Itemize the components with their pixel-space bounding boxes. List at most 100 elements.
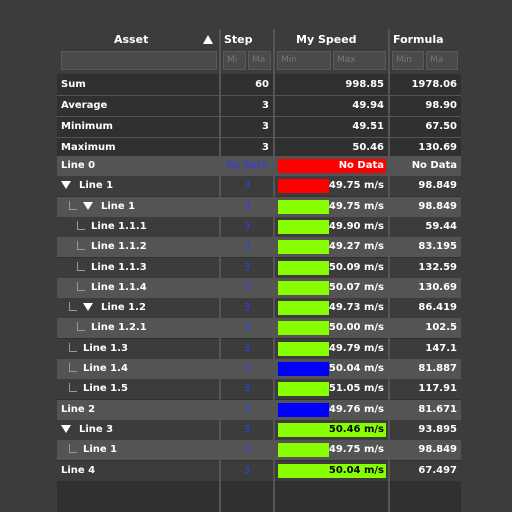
formula-cell: 93.895 xyxy=(390,420,461,440)
formula-value: 59.44 xyxy=(425,220,457,232)
asset-label: Line 1 xyxy=(83,444,118,456)
tree-connector-icon xyxy=(77,322,85,332)
step-cell: 3 xyxy=(221,440,273,460)
formula-value: 86.419 xyxy=(418,302,457,314)
table-row[interactable]: Line 1.2.1 3 50.00 m/s 102.5 xyxy=(57,318,461,339)
tree-connector-icon xyxy=(69,383,77,393)
speed-cell: 50.46 xyxy=(275,138,388,158)
step-cell: 3 xyxy=(221,461,273,481)
table-row[interactable]: Line 1 3 49.75 m/s 98.849 xyxy=(57,440,461,461)
formula-value: 130.69 xyxy=(418,142,457,153)
speed-value: 998.85 xyxy=(345,79,384,90)
asset-filter-input[interactable] xyxy=(61,51,217,70)
formula-cell: 98.849 xyxy=(390,176,461,196)
step-value: 3 xyxy=(243,383,251,395)
table-row[interactable]: Line 1.1.2 3 49.27 m/s 83.195 xyxy=(57,237,461,258)
expand-collapse-icon[interactable] xyxy=(83,303,93,312)
formula-value: 81.671 xyxy=(418,403,457,415)
formula-value: 98.90 xyxy=(425,100,457,111)
speed-min-input[interactable]: Min xyxy=(277,51,331,70)
formula-min-input[interactable]: Min xyxy=(392,51,424,70)
expand-collapse-icon[interactable] xyxy=(83,201,93,210)
column-divider[interactable] xyxy=(388,29,390,512)
asset-cell: Line 1.1.1 xyxy=(57,217,219,237)
step-cell: 3 xyxy=(221,176,273,196)
asset-label: Line 1.3 xyxy=(83,342,128,354)
table-row[interactable]: Line 3 3 50.46 m/s 93.895 xyxy=(57,419,461,440)
table-row[interactable]: Line 1 3 49.75 m/s 98.849 xyxy=(57,176,461,197)
row-separator xyxy=(57,95,461,96)
formula-cell: 147.1 xyxy=(390,339,461,359)
step-min-input[interactable]: Mi xyxy=(223,51,246,70)
column-divider[interactable] xyxy=(273,29,275,512)
speed-cell: 50.04 m/s xyxy=(275,461,388,481)
summary-row[interactable]: Sum 60 998.85 1978.06 xyxy=(57,75,461,95)
formula-cell: 67.497 xyxy=(390,461,461,481)
expand-collapse-icon[interactable] xyxy=(61,424,71,433)
table-row[interactable]: Line 1.2 3 49.73 m/s 86.419 xyxy=(57,298,461,319)
step-cell: 3 xyxy=(221,117,273,137)
speed-cell: 49.75 m/s xyxy=(275,176,388,196)
formula-max-input[interactable]: Ma xyxy=(426,51,458,70)
step-value: 3 xyxy=(243,281,251,293)
step-value: 3 xyxy=(243,444,251,456)
speed-value: 49.75 m/s xyxy=(328,444,384,456)
speed-cell: 49.75 m/s xyxy=(275,440,388,460)
formula-cell: 83.195 xyxy=(390,237,461,257)
table-row[interactable]: Line 2 3 49.76 m/s 81.671 xyxy=(57,399,461,420)
formula-cell: 86.419 xyxy=(390,298,461,318)
formula-header-label: Formula xyxy=(393,33,444,46)
table-row[interactable]: Line 1.5 3 51.05 m/s 117.91 xyxy=(57,379,461,400)
speed-max-input[interactable]: Max xyxy=(333,51,386,70)
speed-value: 50.46 m/s xyxy=(328,423,384,435)
step-value: 3 xyxy=(243,302,251,314)
step-cell: 60 xyxy=(221,75,273,95)
speed-value: No Data xyxy=(338,160,384,171)
speed-cell: 49.76 m/s xyxy=(275,400,388,420)
table-row[interactable]: Line 1.4 3 50.04 m/s 81.887 xyxy=(57,359,461,379)
speed-value: 49.79 m/s xyxy=(328,342,384,354)
column-divider[interactable] xyxy=(219,29,221,512)
speed-value: 50.07 m/s xyxy=(328,281,384,293)
step-cell: 3 xyxy=(221,420,273,440)
summary-row[interactable]: Maximum 3 50.46 130.69 xyxy=(57,138,461,158)
expand-collapse-icon[interactable] xyxy=(61,181,71,190)
header-formula[interactable]: Formula Min Ma xyxy=(390,29,461,74)
step-value: 3 xyxy=(243,322,251,334)
asset-label: Line 1.1.4 xyxy=(91,281,147,293)
asset-header-label: Asset xyxy=(114,33,149,46)
header-asset[interactable]: Asset xyxy=(57,29,219,74)
grid-header: Asset Step Mi Ma My Speed Min Max Formul… xyxy=(57,29,461,74)
step-value: 3 xyxy=(243,464,251,476)
table-row[interactable]: Line 1.1.3 3 50.09 m/s 132.59 xyxy=(57,257,461,278)
speed-cell: 50.07 m/s xyxy=(275,278,388,298)
header-speed[interactable]: My Speed Min Max xyxy=(275,29,388,74)
step-cell: 3 xyxy=(221,359,273,379)
formula-value: 132.59 xyxy=(418,261,457,273)
formula-cell: 130.69 xyxy=(390,138,461,158)
speed-bar xyxy=(278,179,329,194)
step-header-label: Step xyxy=(224,33,253,46)
formula-cell: No Data xyxy=(390,156,461,176)
asset-label: Maximum xyxy=(61,142,116,153)
table-row[interactable]: Line 1.1.1 3 49.90 m/s 59.44 xyxy=(57,216,461,237)
step-value: 3 xyxy=(262,100,269,111)
table-row[interactable]: Line 1.3 3 49.79 m/s 147.1 xyxy=(57,338,461,359)
table-row[interactable]: Line 1.1.4 3 50.07 m/s 130.69 xyxy=(57,277,461,298)
asset-label: Line 3 xyxy=(79,423,114,435)
speed-cell: 50.46 m/s xyxy=(275,420,388,440)
speed-value: 49.75 m/s xyxy=(328,200,384,212)
table-row[interactable]: Line 0 No Data No Data No Data xyxy=(57,156,461,176)
data-grid: Asset Step Mi Ma My Speed Min Max Formul… xyxy=(57,29,461,512)
sort-ascending-icon[interactable] xyxy=(203,35,213,44)
summary-row[interactable]: Average 3 49.94 98.90 xyxy=(57,96,461,116)
table-row[interactable]: Line 4 3 50.04 m/s 67.497 xyxy=(57,460,461,481)
formula-cell: 98.849 xyxy=(390,440,461,460)
table-row[interactable]: Line 1 3 49.75 m/s 98.849 xyxy=(57,196,461,217)
summary-row[interactable]: Minimum 3 49.51 67.50 xyxy=(57,117,461,137)
step-max-input[interactable]: Ma xyxy=(248,51,271,70)
asset-label: Line 4 xyxy=(61,464,96,476)
step-value: 3 xyxy=(243,423,251,435)
header-step[interactable]: Step Mi Ma xyxy=(221,29,273,74)
speed-bar xyxy=(278,402,329,417)
